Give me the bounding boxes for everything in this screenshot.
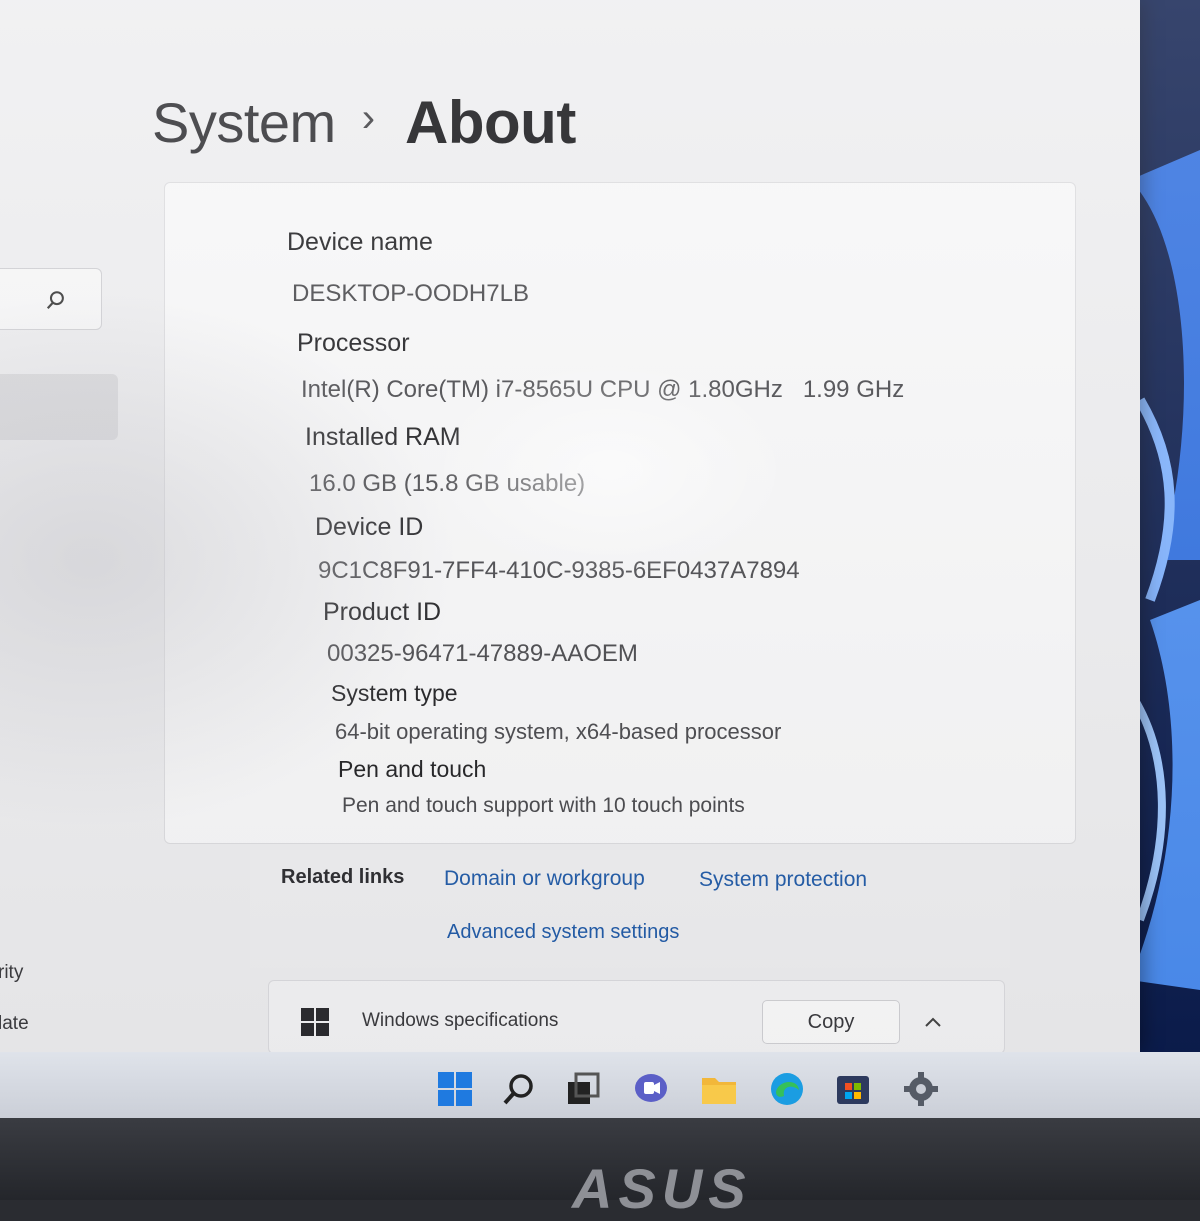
start-icon[interactable]: [436, 1070, 474, 1108]
spec-label-installed-ram: Installed RAM: [305, 423, 461, 451]
spec-value-processor: Intel(R) Core(TM) i7-8565U CPU @ 1.80GHz…: [301, 376, 905, 403]
teams-chat-icon[interactable]: [632, 1070, 670, 1108]
screen: rity late System › About Device name DES…: [0, 0, 1200, 1062]
chevron-up-icon[interactable]: [922, 1012, 944, 1034]
settings-window: rity late System › About Device name DES…: [0, 0, 1140, 1054]
edge-icon[interactable]: [768, 1070, 806, 1108]
link-advanced-system-settings[interactable]: Advanced system settings: [447, 921, 679, 944]
sidebar-item-privacy-security[interactable]: rity: [0, 962, 23, 984]
spec-label-pen-and-touch: Pen and touch: [338, 756, 487, 782]
brand-logo: ASUS: [572, 1157, 752, 1220]
breadcrumb-separator: ›: [361, 95, 376, 140]
file-explorer-icon[interactable]: [700, 1070, 738, 1108]
related-links-label: Related links: [281, 866, 405, 888]
spec-value-system-type: 64-bit operating system, x64-based proce…: [335, 719, 782, 744]
search-icon[interactable]: [45, 289, 67, 311]
sidebar-item-windows-update[interactable]: late: [0, 1013, 29, 1035]
windows-specifications-label: Windows specifications: [362, 1010, 559, 1031]
spec-label-system-type: System type: [331, 680, 458, 706]
spec-label-device-id: Device ID: [315, 513, 424, 541]
settings-icon[interactable]: [902, 1070, 940, 1108]
copy-button[interactable]: Copy: [762, 1000, 900, 1044]
breadcrumb-parent[interactable]: System: [152, 90, 336, 155]
spec-value-device-name: DESKTOP-OODH7LB: [292, 280, 529, 307]
spec-value-product-id: 00325-96471-47889-AAOEM: [327, 640, 638, 667]
link-domain-or-workgroup[interactable]: Domain or workgroup: [444, 867, 645, 891]
spec-value-device-id: 9C1C8F91-7FF4-410C-9385-6EF0437A7894: [318, 557, 800, 584]
page-title: About: [405, 88, 576, 156]
windows-logo-icon: [301, 1008, 329, 1036]
breadcrumb: System › About: [152, 82, 576, 162]
spec-label-processor: Processor: [297, 329, 410, 357]
link-system-protection[interactable]: System protection: [699, 868, 867, 892]
sidebar-selected-item[interactable]: [0, 374, 118, 440]
sidebar-search-box[interactable]: [0, 268, 102, 330]
store-icon[interactable]: [834, 1070, 872, 1108]
spec-label-device-name: Device name: [287, 228, 433, 256]
search-icon[interactable]: [500, 1070, 538, 1108]
spec-value-pen-and-touch: Pen and touch support with 10 touch poin…: [342, 794, 745, 817]
task-view-icon[interactable]: [564, 1070, 602, 1108]
spec-value-installed-ram: 16.0 GB (15.8 GB usable): [309, 470, 586, 497]
spec-label-product-id: Product ID: [323, 598, 442, 626]
